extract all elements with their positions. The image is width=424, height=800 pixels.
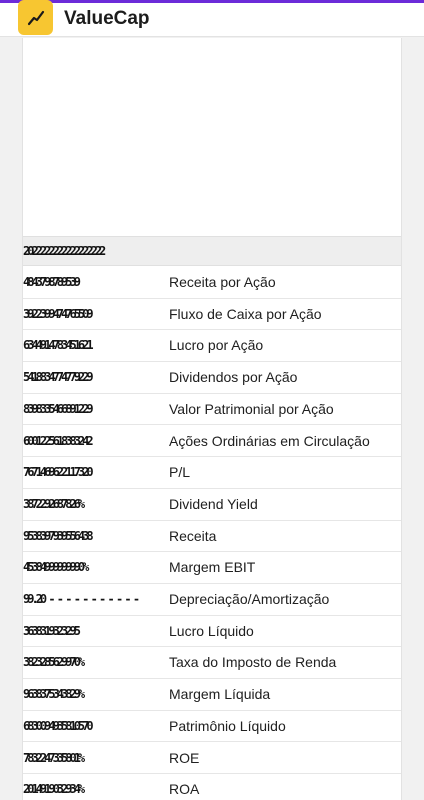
table-row[interactable]: 6344914783451621 Lucro por Ação xyxy=(23,330,401,363)
table-row[interactable]: 3872292687826% Dividend Yield xyxy=(23,489,401,521)
table-row[interactable]: 9538397939556438 Receita xyxy=(23,521,401,553)
year-header-values: 2022222222222222222 xyxy=(23,244,106,258)
table-row[interactable]: 2014919032934% ROA xyxy=(23,774,401,800)
app-title: ValueCap xyxy=(64,8,150,29)
row-values: 3872292687826% xyxy=(23,496,85,511)
row-values: 6830094935810570 xyxy=(23,718,94,733)
table-row[interactable]: 8398335466891229 Valor Patrimonial por A… xyxy=(23,394,401,426)
row-label: Taxa do Imposto de Renda xyxy=(169,654,337,671)
row-label: Fluxo de Caixa por Ação xyxy=(169,305,322,322)
row-label: Receita xyxy=(169,527,217,544)
row-values: 6001225618383242 xyxy=(23,433,94,448)
row-label: Margem Líquida xyxy=(169,686,271,703)
table-row[interactable]: 6830094935810570 Patrimônio Líquido xyxy=(23,711,401,743)
row-values: 5418834774779229 xyxy=(23,370,94,385)
chart-area xyxy=(23,38,401,236)
row-label: Dividendos por Ação xyxy=(169,369,298,386)
row-values: 9538397939556438 xyxy=(23,528,94,543)
row-label: Lucro Líquido xyxy=(169,622,254,639)
table-row[interactable]: 7671469622117320 P/L xyxy=(23,457,401,489)
year-header-row: 2022222222222222222 xyxy=(23,236,401,266)
row-label: P/L xyxy=(169,464,191,481)
row-label: Margem EBIT xyxy=(169,559,256,576)
row-label: ROE xyxy=(169,749,200,766)
row-values: 3922399474765509 xyxy=(23,306,94,321)
row-values: 2014919032934% xyxy=(23,782,85,797)
row-values: 6344914783451621 xyxy=(23,338,94,353)
row-values: 8398335466891229 xyxy=(23,401,94,416)
table-row[interactable]: 5418834774779229 Dividendos por Ação xyxy=(23,362,401,394)
table-row[interactable]: 4843798789539 Receita por Ação xyxy=(23,267,401,299)
financials-card: 2022222222222222222 4843798789539 Receit… xyxy=(22,38,402,800)
row-label: Valor Patrimonial por Ação xyxy=(169,400,334,417)
row-values: 4843798789539 xyxy=(23,275,81,289)
row-label: Depreciação/Amortização xyxy=(169,591,330,607)
trending-up-icon xyxy=(27,10,44,25)
table-row[interactable]: 3638319323295 Lucro Líquido xyxy=(23,616,401,648)
table-row[interactable]: 6001225618383242 Ações Ordinárias em Cir… xyxy=(23,426,401,458)
table-row[interactable]: 45384999999990% Margem EBIT xyxy=(23,552,401,584)
row-values: 9638375343829% xyxy=(23,687,85,702)
table-row[interactable]: 99.20 - - - - - - - - - - - Depreciação/… xyxy=(23,584,401,616)
table-row[interactable]: 7832247335801% ROE xyxy=(23,743,401,775)
row-values: 3823285629970% xyxy=(23,655,85,670)
row-values: 45384999999990% xyxy=(23,560,89,575)
row-label: Patrimônio Líquido xyxy=(169,717,286,734)
app-logo[interactable] xyxy=(18,0,53,35)
row-values: 99.20 - - - - - - - - - - - xyxy=(23,592,140,606)
row-values: 7671469622117320 xyxy=(23,465,94,480)
row-label: Ações Ordinárias em Circulação xyxy=(169,432,370,449)
row-values: 7832247335801% xyxy=(23,750,85,765)
table-row[interactable]: 3922399474765509 Fluxo de Caixa por Ação xyxy=(23,299,401,331)
app-header: ValueCap xyxy=(0,0,424,37)
row-label: Dividend Yield xyxy=(169,495,258,512)
row-values: 3638319323295 xyxy=(23,623,81,638)
status-accent-bar xyxy=(0,0,424,3)
table-row[interactable]: 3823285629970% Taxa do Imposto de Renda xyxy=(23,647,401,680)
row-label: Receita por Ação xyxy=(169,274,276,290)
row-label: Lucro por Ação xyxy=(169,337,264,354)
row-label: ROA xyxy=(169,781,200,798)
table-row[interactable]: 9638375343829% Margem Líquida xyxy=(23,679,401,711)
